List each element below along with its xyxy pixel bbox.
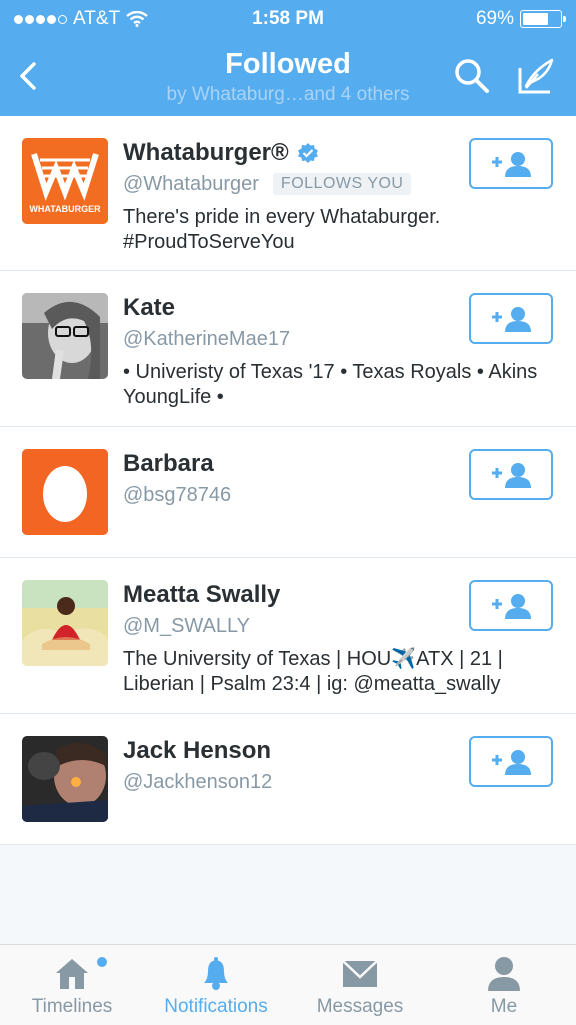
- battery-indicator: 69%: [475, 8, 566, 30]
- user-handle: @M_SWALLY: [123, 614, 251, 637]
- battery-percent: 69%: [475, 8, 514, 29]
- list-item[interactable]: Kate @KatherineMae17 • Univeristy of Tex…: [0, 271, 576, 427]
- user-handle: @Whataburger: [123, 172, 259, 195]
- follow-button[interactable]: [469, 580, 553, 631]
- compose-tweet-icon[interactable]: [516, 56, 558, 96]
- list-item[interactable]: Meatta Swally @M_SWALLY The University o…: [0, 558, 576, 714]
- list-item[interactable]: WHATABURGER Whataburger® @Whataburger FO…: [0, 116, 576, 271]
- user-handle: @Jackhenson12: [123, 770, 273, 793]
- default-egg-icon: [22, 449, 108, 535]
- tab-timelines[interactable]: Timelines: [0, 945, 144, 1025]
- tab-messages[interactable]: Messages: [288, 945, 432, 1025]
- follow-button[interactable]: [469, 293, 553, 344]
- follow-button[interactable]: [469, 449, 553, 500]
- tab-bar: Timelines Notifications Messages Me: [0, 944, 576, 1025]
- tab-label: Messages: [316, 996, 404, 1017]
- avatar[interactable]: WHATABURGER: [22, 138, 108, 224]
- avatar[interactable]: [22, 293, 108, 379]
- user-handle: @bsg78746: [123, 483, 232, 506]
- home-icon: [56, 959, 88, 989]
- add-user-icon: [492, 750, 531, 775]
- add-user-icon: [492, 463, 531, 488]
- person-icon: [488, 957, 520, 991]
- profile-photo: [22, 293, 108, 379]
- user-list: WHATABURGER Whataburger® @Whataburger FO…: [0, 116, 576, 845]
- tab-notifications[interactable]: Notifications: [144, 945, 288, 1025]
- avatar[interactable]: [22, 736, 108, 822]
- user-bio: There's pride in every Whataburger. #Pro…: [123, 206, 441, 253]
- avatar[interactable]: [22, 580, 108, 666]
- add-user-icon: [492, 307, 531, 332]
- user-handle: @KatherineMae17: [123, 327, 291, 350]
- navigation-bar: AT&T 1:58 PM 69% Followed by Whataburg…a…: [0, 0, 576, 116]
- new-items-dot: [97, 957, 107, 967]
- tab-label: Timelines: [31, 996, 113, 1017]
- user-name[interactable]: Meatta Swally: [123, 581, 280, 609]
- follow-button[interactable]: [469, 736, 553, 787]
- status-bar: AT&T 1:58 PM 69%: [0, 0, 576, 38]
- user-name[interactable]: Kate: [123, 294, 175, 322]
- profile-photo: [22, 736, 108, 822]
- tab-me[interactable]: Me: [432, 945, 576, 1025]
- avatar-logo-text: WHATABURGER: [29, 204, 101, 214]
- follow-button[interactable]: [469, 138, 553, 189]
- add-user-icon: [492, 594, 531, 619]
- follows-you-badge: FOLLOWS YOU: [272, 173, 412, 195]
- user-name[interactable]: Whataburger®: [123, 139, 289, 167]
- user-name[interactable]: Jack Henson: [123, 737, 271, 765]
- tab-label: Me: [490, 996, 518, 1017]
- bell-icon: [204, 957, 228, 990]
- list-item[interactable]: Barbara @bsg78746: [0, 427, 576, 558]
- user-bio: The University of Texas | HOU✈️ATX | 21 …: [123, 648, 503, 695]
- envelope-icon: [342, 960, 378, 987]
- avatar[interactable]: [22, 449, 108, 535]
- tab-label: Notifications: [164, 996, 268, 1017]
- whataburger-logo-icon: WHATABURGER: [22, 138, 108, 224]
- profile-photo: [22, 580, 108, 666]
- battery-icon: [520, 10, 566, 28]
- user-bio: • Univeristy of Texas '17 • Texas Royals…: [123, 361, 538, 408]
- search-icon[interactable]: [452, 56, 492, 96]
- verified-badge-icon: [297, 143, 318, 163]
- list-item[interactable]: Jack Henson @Jackhenson12: [0, 714, 576, 845]
- user-name[interactable]: Barbara: [123, 450, 214, 478]
- add-user-icon: [492, 152, 531, 177]
